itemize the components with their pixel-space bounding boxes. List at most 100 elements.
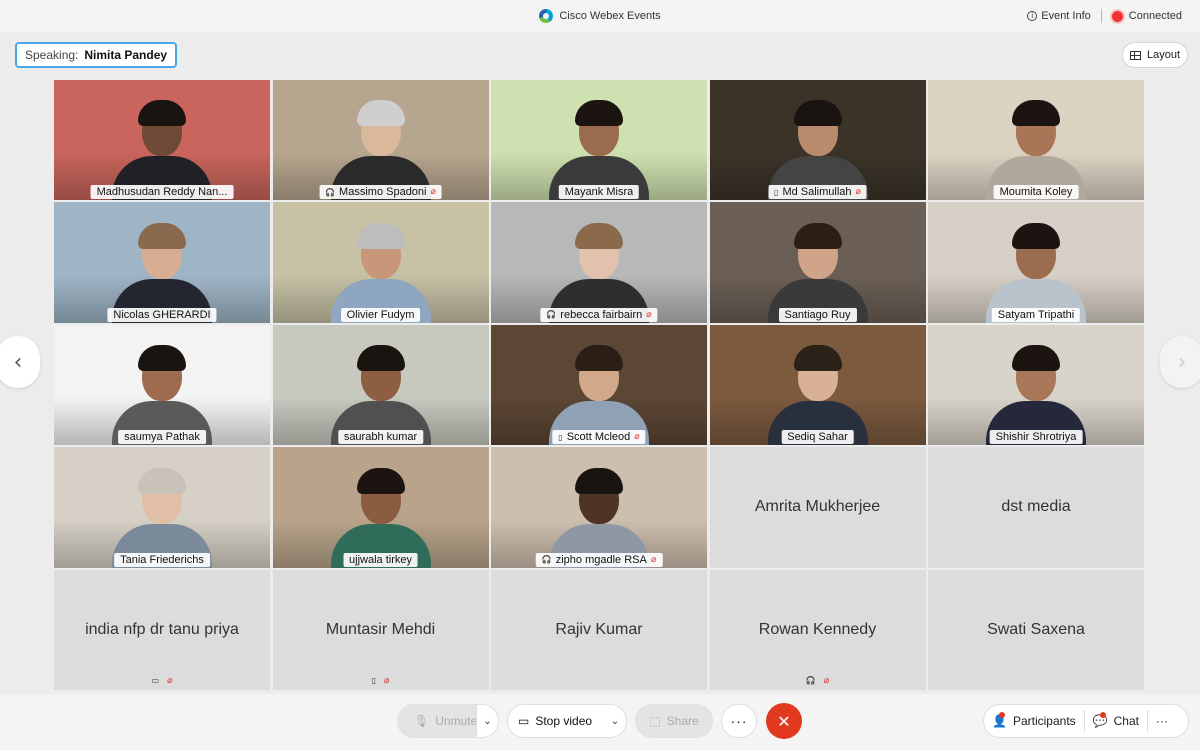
participant-name: india nfp dr tanu priya — [85, 620, 239, 638]
participant-name: Moumita Koley — [999, 186, 1073, 199]
participant-tile[interactable]: Satyam Tripathi — [928, 202, 1144, 323]
phone-icon: ▯ — [371, 676, 376, 686]
webex-logo-icon — [539, 9, 554, 23]
event-info-button[interactable]: i Event Info — [1027, 10, 1091, 22]
participants-icon: 👤 — [992, 712, 1007, 728]
video-feed — [491, 447, 707, 568]
video-feed — [491, 202, 707, 323]
participant-name: Satyam Tripathi — [997, 308, 1075, 321]
participant-tile[interactable]: Santiago Ruy — [709, 202, 926, 323]
participant-tile[interactable]: dst media — [928, 447, 1144, 568]
grid-layout-icon — [1129, 50, 1141, 60]
chat-label: Chat — [1113, 714, 1139, 728]
speaker-name: Nimita Pandey — [84, 48, 168, 62]
video-options-dropdown[interactable]: ⌄ — [604, 716, 626, 727]
chat-button[interactable]: 💬 Chat — [1085, 705, 1147, 737]
video-feed — [928, 202, 1144, 323]
participant-silhouette — [544, 333, 654, 446]
unmute-control[interactable]: 🎙 Unmute ⌄ — [397, 704, 499, 738]
participant-tile[interactable]: 🎧 zipho mgadle RSA ⌀ — [491, 447, 707, 568]
participant-name: Nicolas GHERARDI — [113, 308, 211, 321]
phone-icon: ▯ — [774, 187, 779, 197]
participant-tile[interactable]: saurabh kumar — [272, 324, 489, 446]
participant-status: ▭ ⌀ — [54, 676, 270, 686]
participant-tile[interactable]: ▯ Scott Mcleod ⌀ — [491, 324, 707, 446]
notification-dot — [1099, 712, 1106, 718]
participant-tile[interactable]: 🎧 Massimo Spadoni ⌀ — [272, 80, 489, 201]
participant-tile[interactable]: saumya Pathak — [54, 324, 270, 446]
panel-controls: 👤 Participants 💬 Chat ··· — [983, 704, 1189, 738]
video-feed — [491, 324, 707, 446]
participant-name-tag: Sediq Sahar — [781, 430, 854, 445]
participants-label: Participants — [1012, 714, 1076, 728]
participant-tile[interactable]: 🎧 rebecca fairbairn ⌀ — [491, 202, 707, 323]
participant-silhouette — [763, 88, 873, 201]
more-icon: ··· — [730, 713, 748, 729]
participant-status: 🎧 ⌀ — [710, 676, 926, 686]
video-feed — [928, 324, 1144, 446]
participant-tile[interactable]: Madhusudan Reddy Nan... — [54, 80, 270, 201]
participant-name-tag: Shishir Shrotriya — [989, 430, 1083, 445]
participant-silhouette — [107, 211, 217, 323]
participant-tile[interactable]: Sediq Sahar — [709, 324, 926, 446]
participant-name: Sediq Sahar — [787, 431, 848, 444]
participants-button[interactable]: 👤 Participants — [984, 705, 1084, 737]
share-button[interactable]: ⬚ Share — [635, 704, 713, 738]
participant-tile[interactable]: Rowan Kennedy 🎧 ⌀ — [709, 569, 926, 690]
participant-silhouette — [326, 88, 436, 201]
participant-silhouette — [544, 211, 654, 323]
video-feed — [54, 447, 270, 568]
participant-name: Shishir Shrotriya — [995, 431, 1077, 444]
participant-tile[interactable]: Moumita Koley — [928, 80, 1144, 201]
leave-meeting-button[interactable]: ✕ — [766, 703, 802, 739]
video-feed — [272, 80, 489, 201]
participant-tile[interactable]: Shishir Shrotriya — [928, 324, 1144, 446]
participant-tile[interactable]: Olivier Fudym — [272, 202, 489, 323]
participant-tile[interactable]: Rajiv Kumar — [491, 569, 707, 690]
divider — [1100, 9, 1102, 23]
participant-name: Madhusudan Reddy Nan... — [96, 186, 228, 199]
participant-tile[interactable]: ujjwala tirkey — [272, 447, 489, 568]
unmute-button[interactable]: 🎙 Unmute — [398, 705, 477, 737]
overflow-menu-button[interactable]: ··· — [1148, 705, 1176, 737]
participant-name-tag: Madhusudan Reddy Nan... — [90, 185, 234, 200]
participant-tile[interactable]: Amrita Mukherjee — [709, 447, 926, 568]
layout-label: Layout — [1146, 49, 1181, 61]
participant-name: Rowan Kennedy — [758, 620, 877, 638]
participant-tile[interactable]: Nicolas GHERARDI — [54, 202, 270, 323]
participant-name: rebecca fairbairn — [560, 308, 643, 321]
more-options-button[interactable]: ··· — [721, 704, 757, 738]
video-feed — [54, 202, 270, 323]
participant-name: Amrita Mukherjee — [754, 498, 881, 516]
muted-microphone-icon: ⌀ — [855, 187, 861, 198]
video-feed — [709, 324, 926, 446]
previous-page-button[interactable]: ‹ — [0, 336, 40, 388]
video-control[interactable]: ▭ Stop video ⌄ — [507, 704, 627, 738]
audio-options-dropdown[interactable]: ⌄ — [476, 705, 498, 737]
participant-name-tag: Moumita Koley — [993, 185, 1079, 200]
chat-icon: 💬 — [1093, 712, 1108, 728]
muted-microphone-icon: ⌀ — [383, 675, 390, 686]
participant-name-tag: saurabh kumar — [337, 430, 424, 445]
participant-tile[interactable]: Swati Saxena — [928, 569, 1144, 690]
headset-icon: 🎧 — [805, 676, 816, 686]
participant-tile[interactable]: india nfp dr tanu priya ▭ ⌀ — [54, 569, 270, 690]
participant-tile[interactable]: Tania Friederichs — [54, 447, 270, 568]
connection-status: Connected — [1128, 10, 1182, 22]
participant-tile[interactable]: Mayank Misra — [491, 80, 707, 201]
participant-silhouette — [981, 211, 1091, 323]
participant-name-tag: Santiago Ruy — [778, 307, 857, 322]
stop-video-button[interactable]: ▭ Stop video — [508, 714, 604, 728]
participant-tile[interactable]: ▯ Md Salimullah ⌀ — [709, 80, 926, 201]
participant-silhouette — [763, 333, 873, 446]
next-page-button[interactable]: › — [1160, 336, 1200, 388]
participant-name-tag: 🎧 Massimo Spadoni ⌀ — [319, 185, 442, 200]
muted-microphone-icon: ⌀ — [823, 675, 830, 686]
share-label: Share — [666, 714, 699, 728]
layout-button[interactable]: Layout — [1122, 42, 1188, 68]
participant-tile[interactable]: Muntasir Mehdi ▯ ⌀ — [272, 569, 489, 690]
muted-microphone-icon: ⌀ — [167, 675, 173, 686]
participant-silhouette — [763, 211, 873, 323]
muted-microphone-icon: ⌀ — [650, 554, 657, 565]
participant-name: Scott Mcleod — [566, 431, 631, 444]
